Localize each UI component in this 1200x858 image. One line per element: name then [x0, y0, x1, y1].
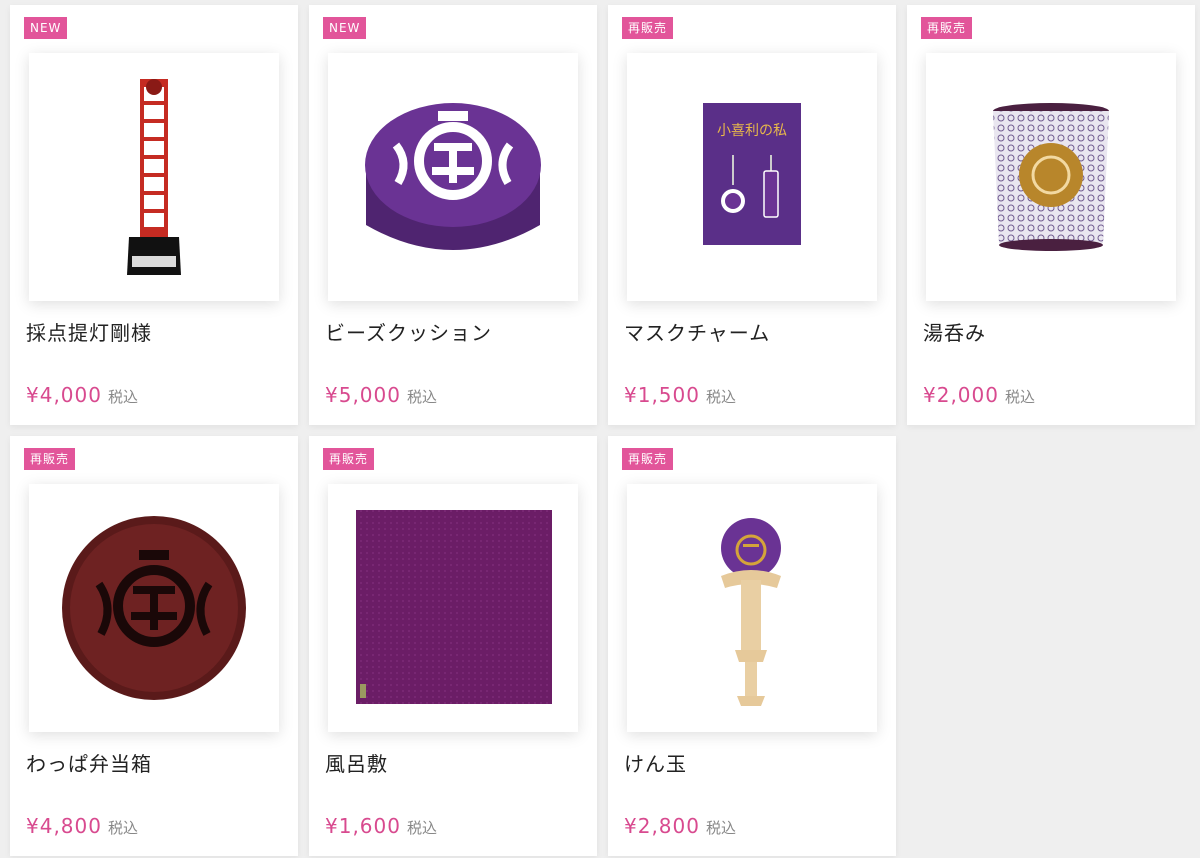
- price-row: ¥1,500 税込: [624, 383, 736, 407]
- tax-label: 税込: [406, 388, 437, 406]
- product-image-bead-cushion[interactable]: [328, 53, 578, 301]
- product-image-teacup[interactable]: [926, 53, 1176, 301]
- product-name[interactable]: けん玉: [624, 748, 687, 777]
- price-row: ¥1,600 税込: [325, 814, 437, 838]
- product-card[interactable]: NEW ビーズクッション ¥5,000 税込: [309, 5, 597, 425]
- price-row: ¥2,800 税込: [624, 814, 736, 838]
- resale-badge: 再販売: [622, 448, 674, 470]
- product-card[interactable]: 再販売 けん玉 ¥2,800 税込: [608, 436, 896, 856]
- tax-label: 税込: [705, 388, 736, 406]
- tax-label: 税込: [107, 819, 138, 837]
- product-card[interactable]: NEW 採点提灯剛様 ¥4,000 税込: [10, 5, 298, 425]
- product-price: ¥1,500: [624, 383, 700, 407]
- price-row: ¥4,800 税込: [26, 814, 138, 838]
- product-card[interactable]: 再販売 小喜利の私 マスクチャーム ¥1,500 税込: [608, 5, 896, 425]
- product-price: ¥2,000: [923, 383, 999, 407]
- tax-label: 税込: [705, 819, 736, 837]
- product-image-mask-charm[interactable]: 小喜利の私: [627, 53, 877, 301]
- product-image-kendama[interactable]: [627, 484, 877, 732]
- product-card[interactable]: 再販売 湯呑み ¥2,000 税込: [907, 5, 1195, 425]
- product-image-furoshiki[interactable]: [328, 484, 578, 732]
- product-name[interactable]: 風呂敷: [325, 748, 388, 777]
- product-name[interactable]: 採点提灯剛様: [26, 317, 152, 346]
- product-grid: NEW 採点提灯剛様 ¥4,000 税込 NEW ビーズクッション ¥5,000…: [0, 0, 1200, 858]
- new-badge: NEW: [323, 17, 367, 39]
- product-card[interactable]: 再販売 わっぱ弁当箱 ¥4,800 税込: [10, 436, 298, 856]
- resale-badge: 再販売: [622, 17, 674, 39]
- product-name[interactable]: ビーズクッション: [325, 317, 492, 346]
- product-name[interactable]: わっぱ弁当箱: [26, 748, 152, 777]
- price-row: ¥5,000 税込: [325, 383, 437, 407]
- product-name[interactable]: 湯呑み: [923, 317, 986, 346]
- charm-card-title: 小喜利の私: [717, 123, 787, 139]
- product-price: ¥5,000: [325, 383, 401, 407]
- product-price: ¥1,600: [325, 814, 401, 838]
- product-name[interactable]: マスクチャーム: [624, 317, 770, 346]
- resale-badge: 再販売: [921, 17, 973, 39]
- product-price: ¥4,800: [26, 814, 102, 838]
- tax-label: 税込: [1004, 388, 1035, 406]
- price-row: ¥2,000 税込: [923, 383, 1035, 407]
- resale-badge: 再販売: [323, 448, 375, 470]
- product-image-lantern-stand[interactable]: [29, 53, 279, 301]
- product-price: ¥4,000: [26, 383, 102, 407]
- product-card[interactable]: 再販売 風呂敷 ¥1,600 税込: [309, 436, 597, 856]
- resale-badge: 再販売: [24, 448, 76, 470]
- tax-label: 税込: [107, 388, 138, 406]
- product-image-bento-box[interactable]: [29, 484, 279, 732]
- product-price: ¥2,800: [624, 814, 700, 838]
- price-row: ¥4,000 税込: [26, 383, 138, 407]
- tax-label: 税込: [406, 819, 437, 837]
- new-badge: NEW: [24, 17, 68, 39]
